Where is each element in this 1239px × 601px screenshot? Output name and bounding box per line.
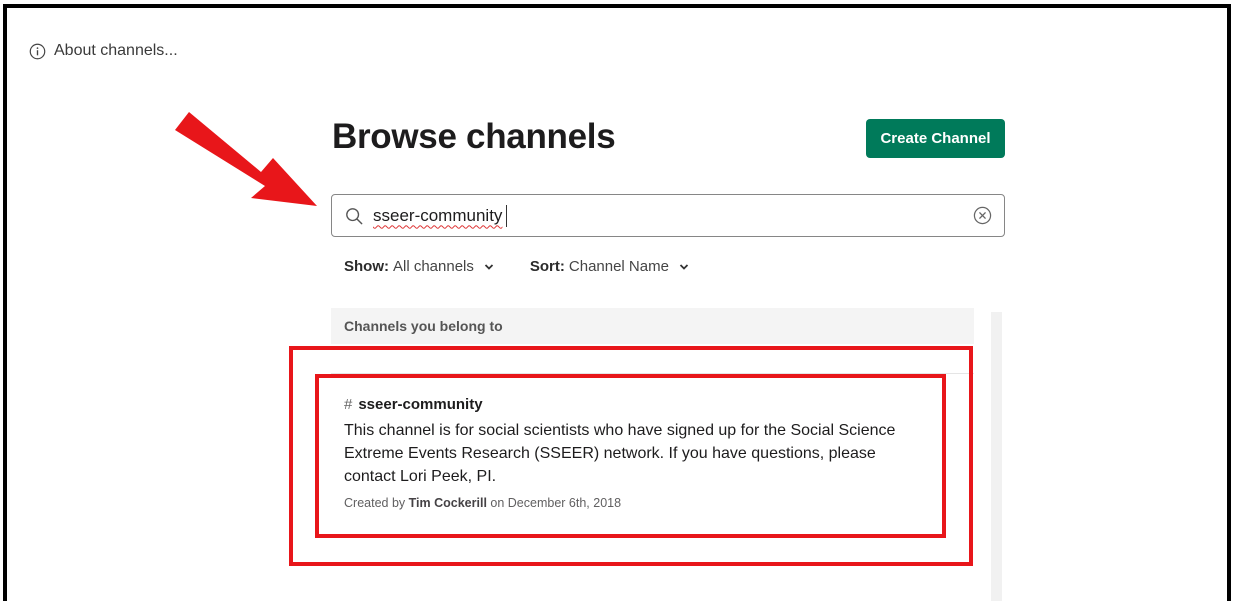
show-filter-dropdown[interactable]: Show: All channels: [344, 258, 494, 275]
create-channel-button[interactable]: Create Channel: [866, 119, 1005, 158]
info-icon: [29, 43, 46, 59]
sort-value: Channel Name: [568, 258, 669, 275]
sort-dropdown[interactable]: Sort: Channel Name: [530, 258, 689, 275]
about-channels-label: About channels...: [54, 42, 178, 59]
scrollbar[interactable]: [991, 312, 1002, 601]
show-filter-label: Show:: [344, 258, 389, 275]
chevron-down-icon: [484, 263, 494, 270]
annotation-arrow: [175, 112, 317, 206]
show-filter-value: All channels: [393, 258, 474, 275]
search-icon: [346, 207, 363, 224]
section-header: Channels you belong to: [331, 308, 974, 344]
about-channels-link[interactable]: About channels...: [29, 42, 178, 60]
annotation-box-inner: [315, 374, 946, 538]
search-query: sseer-community: [373, 205, 503, 225]
chevron-down-icon: [679, 263, 689, 270]
page-title: Browse channels: [332, 117, 616, 156]
clear-icon[interactable]: [973, 206, 992, 225]
filter-bar: Show: All channels Sort: Channel Name: [344, 258, 725, 275]
sort-label: Sort:: [529, 258, 565, 275]
text-caret: [506, 204, 508, 227]
search-input[interactable]: sseer-community: [331, 194, 1005, 237]
